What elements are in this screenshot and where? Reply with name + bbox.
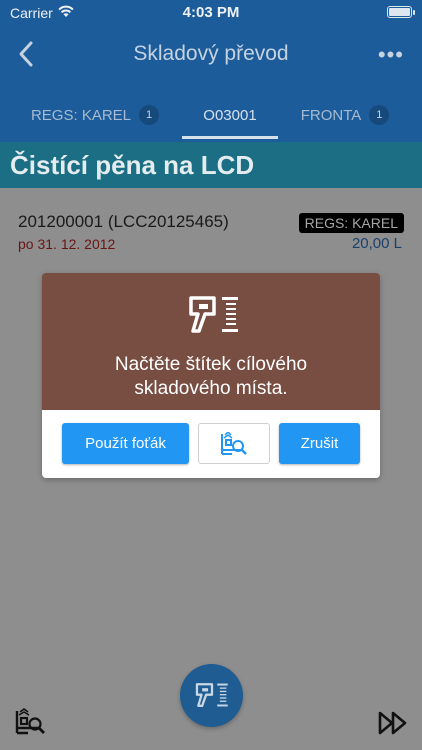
tab-label: FRONTA [300,106,362,124]
ellipsis-icon[interactable]: ••• [378,42,404,68]
tab-label: O03001 [203,106,257,124]
tab-o03001[interactable]: O03001 [182,90,278,140]
product-name: Čistící pěna na LCD [0,142,422,188]
item-quantity: 20,00 L [351,235,402,252]
barcode-scanner-icon [195,682,228,707]
shelf-search-icon[interactable] [14,708,46,736]
navigation-bar: Skladový převod ••• [0,30,422,80]
list-item[interactable]: 201200001 (LCC20125465) po 31. 12. 2012 … [0,200,422,260]
page-title: Skladový převod [133,42,289,65]
item-date: po 31. 12. 2012 [18,236,116,252]
tab-badge: 1 [369,105,390,125]
status-bar: Carrier 4:03 PM [0,0,422,26]
scan-button[interactable] [180,664,243,727]
active-tab-indicator [182,136,278,139]
dialog-message: Načtěte štítek cílového skladového místa… [42,353,380,401]
header-area: Carrier 4:03 PM Skladový převod ••• REGS… [0,0,422,142]
dialog-actions: Použít foťák Zrušit [42,410,380,478]
battery-icon [387,6,415,18]
dialog-header: Načtěte štítek cílového skladového místa… [42,273,380,410]
scan-dialog: Načtěte štítek cílového skladového místa… [42,273,380,478]
tab-regs-karel[interactable]: REGS: KAREL 1 [22,90,168,140]
shelf-search-icon [221,431,247,455]
dialog-message-line1: Načtěte štítek cílového [114,354,308,375]
cancel-button[interactable]: Zrušit [279,423,360,464]
dialog-message-line2: skladového místa. [134,378,288,399]
tab-label: REGS: KAREL [30,106,132,124]
barcode-scanner-icon [189,296,238,333]
clock: 4:03 PM [182,4,240,21]
fast-forward-icon[interactable] [378,710,408,736]
location-badge: REGS: KAREL [298,213,404,233]
tab-badge: 1 [139,105,160,125]
tab-bar: REGS: KAREL 1 O03001 FRONTA 1 [0,90,422,140]
use-camera-button[interactable]: Použít foťák [62,423,189,464]
location-search-button[interactable] [198,423,270,464]
tab-fronta[interactable]: FRONTA 1 [290,90,400,140]
item-code: 201200001 (LCC20125465) [18,212,229,231]
